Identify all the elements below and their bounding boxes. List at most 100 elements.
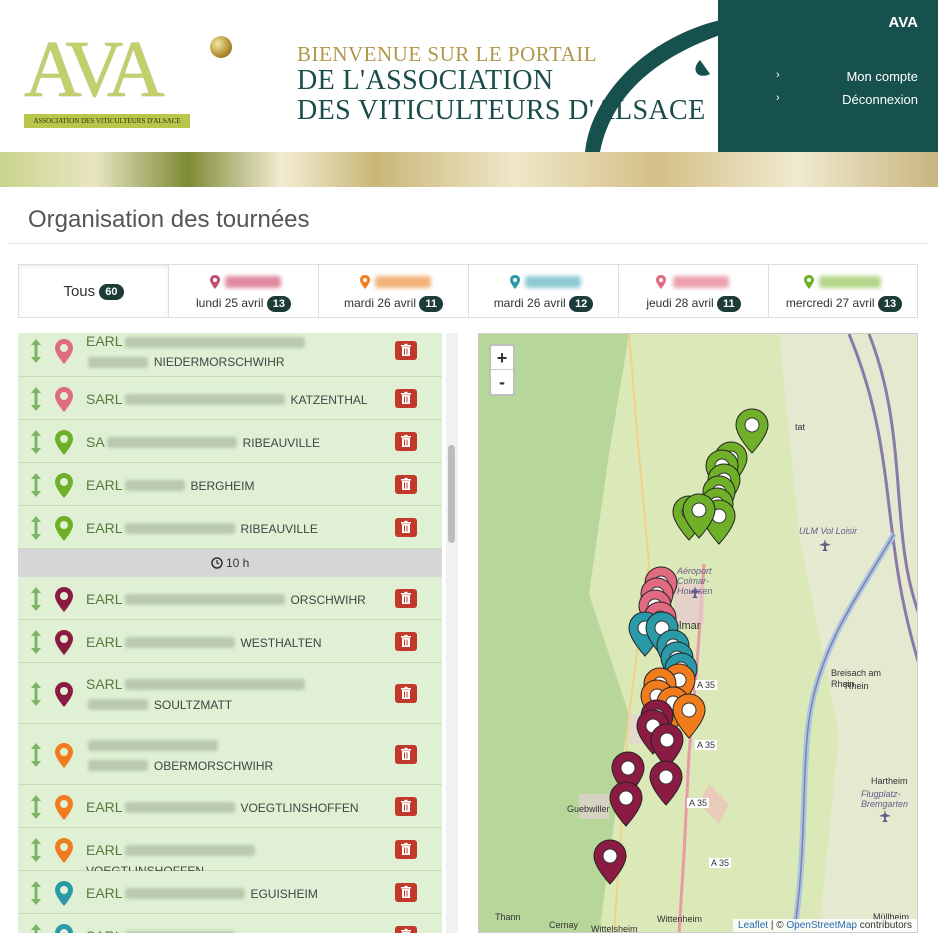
drag-handle-icon[interactable] <box>30 629 42 654</box>
drag-handle-icon[interactable] <box>30 515 42 540</box>
delete-button[interactable] <box>395 683 417 703</box>
map-marker[interactable] <box>682 493 716 539</box>
map-label: Hartheim <box>871 776 908 786</box>
blurred-company-name <box>88 760 148 772</box>
tab-tour-1[interactable]: lundi 25 avril 13 <box>169 265 319 317</box>
delete-button[interactable] <box>395 431 417 451</box>
visit-row[interactable]: EARL VOEGTLINSHOFFEN <box>18 785 442 828</box>
tab-tour-5[interactable]: mercredi 27 avril 13 <box>769 265 919 317</box>
tab-date: lundi 25 avril <box>196 296 264 311</box>
tab-date-row: mercredi 27 avril 13 <box>769 296 919 312</box>
airport-icon <box>689 586 701 598</box>
visit-row[interactable]: SARL SOULTZMATT <box>18 663 442 724</box>
visit-city: RIBEAUVILLE <box>242 435 320 450</box>
delete-button[interactable] <box>395 925 417 933</box>
chevron-right-icon: › <box>776 92 780 104</box>
drag-handle-icon[interactable] <box>30 386 42 411</box>
visit-row[interactable]: SARL KATZENTHAL <box>18 377 442 420</box>
road-label: A 35 <box>695 680 718 690</box>
visit-text: EARL WESTHALTEN <box>86 632 376 653</box>
drag-handle-icon[interactable] <box>30 339 42 363</box>
map-pin-icon <box>55 515 73 541</box>
scrollbar-thumb[interactable] <box>448 445 455 543</box>
tab-blurred-name <box>673 276 729 288</box>
tab-tour-2[interactable]: mardi 26 avril 11 <box>319 265 469 317</box>
trash-icon <box>401 634 411 647</box>
visit-row[interactable]: EARL ORSCHWIHR <box>18 577 442 620</box>
visit-row[interactable]: SARL <box>18 914 442 933</box>
drag-handle-icon[interactable] <box>30 837 42 862</box>
drag-handle-icon[interactable] <box>30 794 42 819</box>
visit-city: OBERMORSCHWIHR <box>153 758 274 773</box>
blurred-company-name <box>124 888 245 900</box>
delete-button[interactable] <box>395 882 417 902</box>
map-label: Aéroport Colmar-Houssen <box>677 566 713 596</box>
tab-date: mardi 26 avril <box>493 296 566 311</box>
tab-blurred-name <box>375 276 431 288</box>
tab-blurred-name <box>225 276 281 288</box>
visit-row[interactable]: EARL VOEGTLINSHOFFEN <box>18 828 442 878</box>
tour-map[interactable]: + - Colmar Breisach am Rhein Guebwiller … <box>478 333 918 933</box>
visit-row[interactable]: EARL WESTHALTEN <box>18 620 442 663</box>
delete-button[interactable] <box>395 796 417 816</box>
zoom-in-button[interactable]: + <box>491 346 513 370</box>
logout-link[interactable]: › Déconnexion <box>776 92 918 110</box>
drag-handle-icon[interactable] <box>30 586 42 611</box>
map-marker[interactable] <box>593 839 627 885</box>
drag-handle-icon[interactable] <box>30 742 42 767</box>
delete-button[interactable] <box>395 839 417 859</box>
delete-button[interactable] <box>395 517 417 537</box>
visit-row[interactable]: EARL BERGHEIM <box>18 463 442 506</box>
logout-label: Déconnexion <box>842 92 918 107</box>
ava-logo[interactable]: AVA ASSOCIATION DES VITICULTEURS D'ALSAC… <box>24 28 234 128</box>
map-marker[interactable] <box>649 760 683 806</box>
trash-icon <box>401 343 411 356</box>
visit-row[interactable]: SA RIBEAUVILLE <box>18 420 442 463</box>
visit-text: EARL ORSCHWIHR <box>86 589 376 610</box>
blurred-company-name <box>124 523 235 535</box>
visit-city: EGUISHEIM <box>250 886 318 901</box>
tab-date-row: lundi 25 avril 13 <box>169 296 318 312</box>
river-label: Rhein <box>845 681 869 691</box>
visit-row[interactable]: OBERMORSCHWIHR <box>18 724 442 785</box>
delete-button[interactable] <box>395 588 417 608</box>
map-pin-icon <box>55 742 73 768</box>
tab-all[interactable]: Tous 60 <box>19 265 169 317</box>
delete-button[interactable] <box>395 744 417 764</box>
drag-handle-icon[interactable] <box>30 880 42 905</box>
company-type: SARL <box>86 928 123 933</box>
tab-tour-4[interactable]: jeudi 28 avril 11 <box>619 265 769 317</box>
drag-handle-icon[interactable] <box>30 472 42 497</box>
visit-row[interactable]: EARL RIBEAUVILLE <box>18 506 442 549</box>
delete-button[interactable] <box>395 341 417 360</box>
trash-icon <box>401 799 411 812</box>
zoom-out-button[interactable]: - <box>491 370 513 394</box>
delete-button[interactable] <box>395 388 417 408</box>
logo-letters: AVA <box>24 26 165 114</box>
list-scrollbar[interactable] <box>446 333 458 933</box>
map-marker[interactable] <box>609 781 643 827</box>
tab-count-badge: 13 <box>877 296 903 312</box>
drag-handle-icon[interactable] <box>30 429 42 454</box>
map-pin-icon <box>804 275 814 289</box>
map-tiles <box>479 334 917 932</box>
site-header: AVA ASSOCIATION DES VITICULTEURS D'ALSAC… <box>0 0 938 152</box>
blurred-company-name <box>124 802 235 814</box>
company-type: SARL <box>86 675 123 692</box>
osm-link[interactable]: OpenStreetMap <box>786 920 857 931</box>
my-account-link[interactable]: › Mon compte <box>776 69 918 87</box>
visits-list[interactable]: EARL NIEDERMORSCHWIHR SARL KATZENTHAL SA R… <box>18 333 444 933</box>
user-name: AVA <box>888 14 918 31</box>
tab-tour-3[interactable]: mardi 26 avril 12 <box>469 265 619 317</box>
delete-button[interactable] <box>395 474 417 494</box>
tab-count-badge: 11 <box>419 296 443 312</box>
visit-row[interactable]: EARL NIEDERMORSCHWIHR <box>18 333 442 377</box>
leaflet-link[interactable]: Leaflet <box>738 920 768 931</box>
drag-handle-icon[interactable] <box>30 681 42 706</box>
visit-text: EARL EGUISHEIM <box>86 883 376 904</box>
drag-handle-icon[interactable] <box>30 923 42 933</box>
visit-row[interactable]: EARL EGUISHEIM <box>18 871 442 914</box>
visit-city: ORSCHWIHR <box>290 592 366 607</box>
visit-text: SARL KATZENTHAL <box>86 389 376 410</box>
delete-button[interactable] <box>395 631 417 651</box>
